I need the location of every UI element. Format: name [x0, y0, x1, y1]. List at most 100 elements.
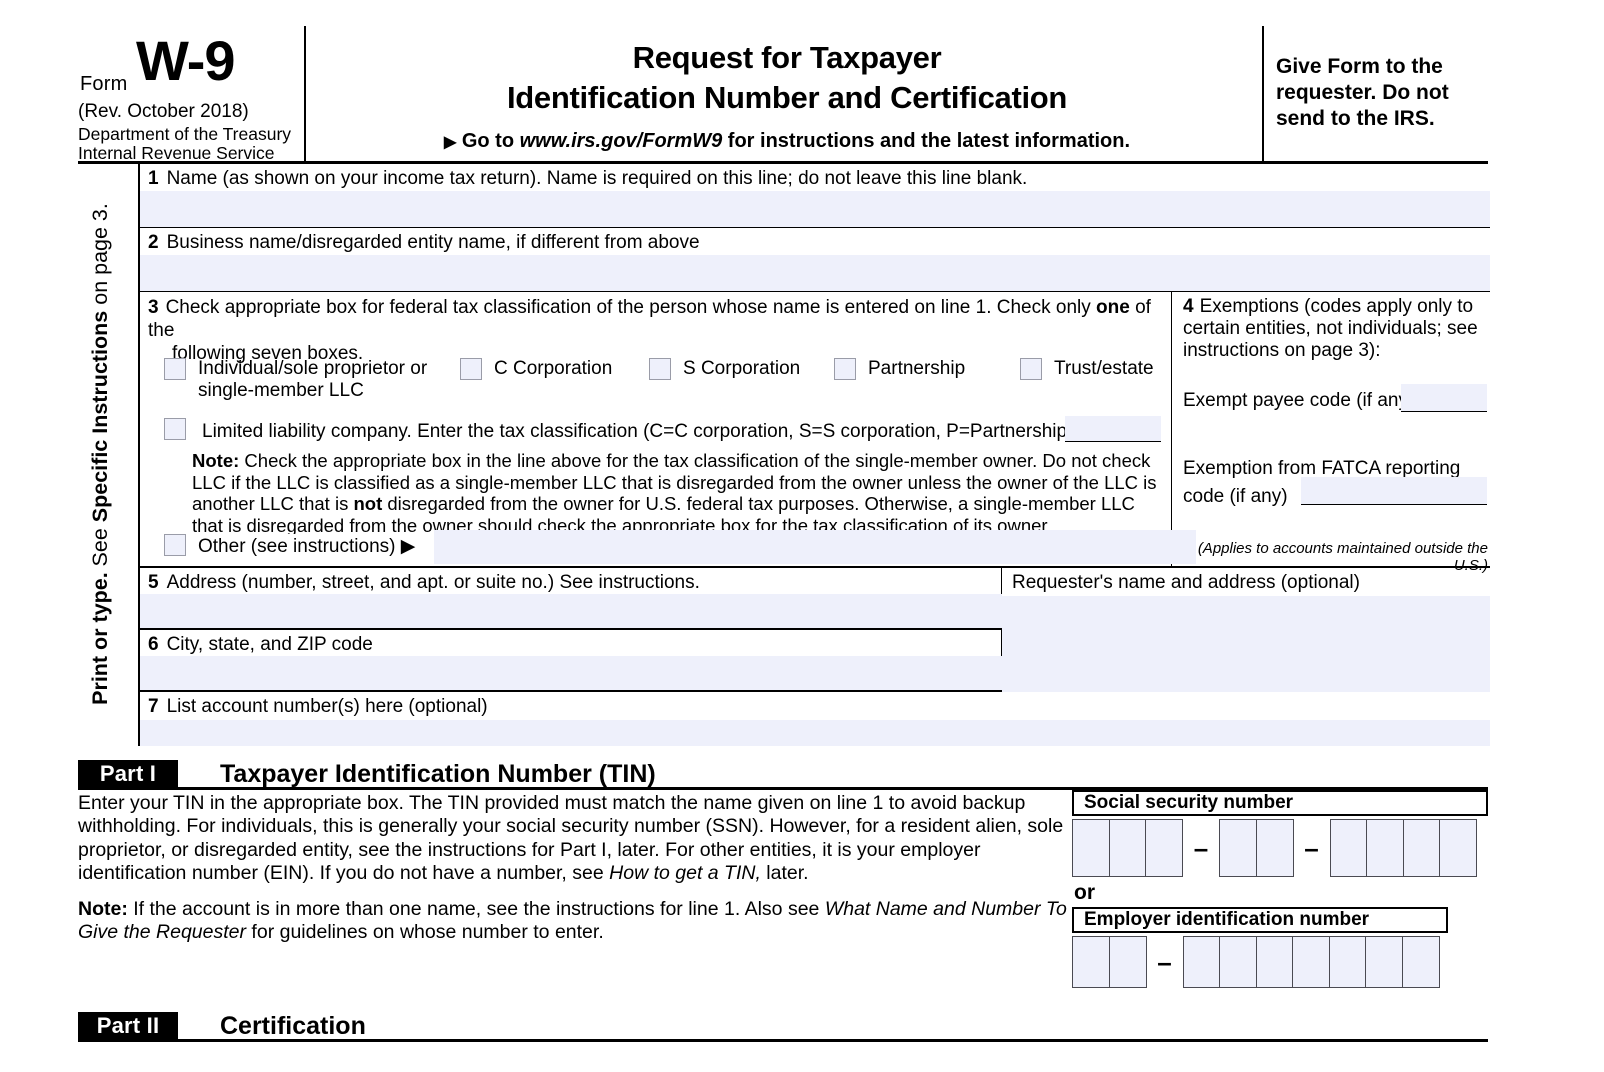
checkbox-label-trust-estate: Trust/estate	[1054, 358, 1154, 379]
line-1-number: 1	[148, 168, 159, 189]
ein-cell[interactable]	[1365, 936, 1403, 988]
checkbox-trust-estate[interactable]: Trust/estate	[1020, 358, 1154, 382]
line-3-number: 3	[148, 297, 159, 318]
part-1-body-text: Enter your TIN in the appropriate box. T…	[78, 792, 1064, 885]
or-separator-label: or	[1074, 881, 1095, 904]
line-2-text: Business name/disregarded entity name, i…	[166, 232, 700, 253]
tin-entry-area: Social security number – – or Employer i…	[1072, 790, 1488, 988]
ein-cell[interactable]	[1292, 936, 1330, 988]
checkbox-icon-individual[interactable]	[164, 358, 186, 380]
fatca-code-input[interactable]	[1301, 477, 1487, 505]
ssn-label: Social security number	[1072, 790, 1488, 816]
form-url-link[interactable]: www.irs.gov/FormW9	[520, 130, 723, 152]
llc-note-emphasis: not	[353, 493, 383, 514]
ein-cell[interactable]	[1108, 936, 1147, 988]
ssn-cell[interactable]	[1439, 819, 1477, 877]
checkbox-icon-other[interactable]	[164, 534, 186, 556]
line-6-city-state-zip-input[interactable]	[140, 656, 1002, 690]
ssn-cell[interactable]	[1108, 819, 1147, 877]
form-revision-date: (Rev. October 2018)	[78, 101, 249, 122]
classification-checkbox-row: Individual/sole proprietor or single-memb…	[140, 354, 1172, 412]
ssn-cell[interactable]	[1219, 819, 1257, 877]
part-1-note-text: If the account is in more than one name,…	[127, 897, 825, 920]
line-5-row: 5 Address (number, street, and apt. or su…	[140, 568, 1002, 630]
header-left-block: Form W-9 (Rev. October 2018) Department …	[78, 26, 306, 163]
ssn-cell[interactable]	[1145, 819, 1183, 877]
ein-cell[interactable]	[1219, 936, 1257, 988]
line-1-name-input[interactable]	[140, 191, 1490, 227]
checkbox-icon-c-corporation[interactable]	[460, 358, 482, 380]
issuing-agency: Department of the Treasury Internal Reve…	[78, 125, 291, 163]
ssn-group-3[interactable]	[1329, 819, 1477, 877]
ssn-cell[interactable]	[1329, 819, 1368, 877]
ein-group-2[interactable]	[1182, 936, 1440, 988]
checkbox-icon-trust-estate[interactable]	[1020, 358, 1042, 380]
line-2-label: 2 Business name/disregarded entity name, …	[148, 232, 700, 254]
ein-group-1[interactable]	[1072, 936, 1147, 988]
line-1-label: 1 Name (as shown on your income tax retur…	[148, 168, 1027, 190]
checkbox-other[interactable]: Other (see instructions) ▶	[164, 534, 420, 558]
line-7-label: 7 List account number(s) here (optional)	[148, 696, 488, 718]
checkbox-icon-llc[interactable]	[164, 418, 186, 440]
part-1-instructions: Enter your TIN in the appropriate box. T…	[78, 792, 1068, 944]
ein-cell[interactable]	[1328, 936, 1367, 988]
part-1-body-end: later.	[760, 862, 809, 885]
department-line-2: Internal Revenue Service	[78, 143, 275, 163]
line-1-text: Name (as shown on your income tax return…	[166, 168, 1028, 189]
part-1-paragraph: Enter your TIN in the appropriate box. T…	[78, 792, 1068, 886]
ein-cell[interactable]	[1255, 936, 1294, 988]
ssn-cell[interactable]	[1072, 819, 1110, 877]
checkbox-c-corporation[interactable]: C Corporation	[460, 358, 612, 382]
part-1-tag: Part I	[78, 760, 178, 788]
ein-cell[interactable]	[1182, 936, 1221, 988]
other-right-arrow-icon: ▶	[400, 536, 416, 557]
ssn-separator-dash: –	[1304, 832, 1319, 863]
checkbox-s-corporation[interactable]: S Corporation	[649, 358, 800, 382]
checkbox-icon-partnership[interactable]	[834, 358, 856, 380]
part-1-header: Part I Taxpayer Identification Number (T…	[78, 760, 1488, 790]
checkbox-label-individual: Individual/sole proprietor or single-memb…	[198, 358, 428, 401]
ssn-separator-dash: –	[1193, 832, 1209, 863]
line-2-business-name-input[interactable]	[140, 255, 1490, 291]
checkbox-icon-s-corporation[interactable]	[649, 358, 671, 380]
line-4-heading: 4 Exemptions (codes apply only to certain…	[1183, 296, 1485, 362]
checkbox-label-partnership: Partnership	[868, 358, 966, 379]
sidebar-line-1: Print or type.	[88, 572, 112, 705]
checkbox-limited-liability-company[interactable]	[164, 418, 198, 442]
requester-name-address-input[interactable]	[1002, 596, 1490, 692]
line-4-number: 4	[1183, 296, 1194, 317]
requester-label: Requester's name and address (optional)	[1012, 572, 1360, 593]
other-classification-row: Other (see instructions) ▶	[164, 530, 1196, 564]
part-2-header: Part II Certification	[78, 1012, 1488, 1042]
part-1-note-label: Note:	[78, 897, 128, 920]
checkbox-individual-sole-proprietor[interactable]: Individual/sole proprietor or single-memb…	[164, 358, 427, 402]
ssn-group-1[interactable]	[1072, 819, 1183, 877]
ssn-group-2[interactable]	[1219, 819, 1294, 877]
sidebar-rotated-text: Print or type. See Specific Instructions…	[88, 180, 132, 728]
line-5-address-input[interactable]	[140, 594, 1002, 628]
goto-suffix: for instructions and the latest informat…	[727, 130, 1131, 152]
other-classification-input[interactable]	[434, 530, 1196, 564]
line-6-text: City, state, and ZIP code	[166, 634, 373, 655]
right-arrow-icon: ▶	[443, 134, 457, 151]
checkbox-label-other: Other (see instructions)	[198, 536, 396, 557]
exempt-payee-code-input[interactable]	[1401, 384, 1487, 412]
ssn-cell[interactable]	[1255, 819, 1294, 877]
ssn-cell[interactable]	[1402, 819, 1441, 877]
ein-cell[interactable]	[1072, 936, 1110, 988]
ein-cell[interactable]	[1401, 936, 1440, 988]
checkbox-partnership[interactable]: Partnership	[834, 358, 965, 382]
line-6-row: 6 City, state, and ZIP code	[140, 630, 1002, 692]
ein-input-grid[interactable]: –	[1072, 936, 1488, 988]
part-1-title: Taxpayer Identification Number (TIN)	[220, 760, 656, 788]
line-7-number: 7	[148, 696, 159, 717]
ssn-input-grid[interactable]: – –	[1072, 819, 1488, 877]
form-number-title: W-9	[136, 29, 236, 92]
line-4-heading-line-1: Exemptions (codes apply only to	[1199, 296, 1474, 317]
checkbox-label-s-corporation: S Corporation	[683, 358, 801, 379]
ssn-cell[interactable]	[1366, 819, 1404, 877]
llc-tax-classification-input[interactable]	[1065, 416, 1161, 442]
line-3-instruction-emphasis: one	[1096, 297, 1130, 318]
sidebar-line-2-prefix: See	[88, 522, 112, 567]
line-7-account-numbers-input[interactable]	[140, 720, 1490, 746]
